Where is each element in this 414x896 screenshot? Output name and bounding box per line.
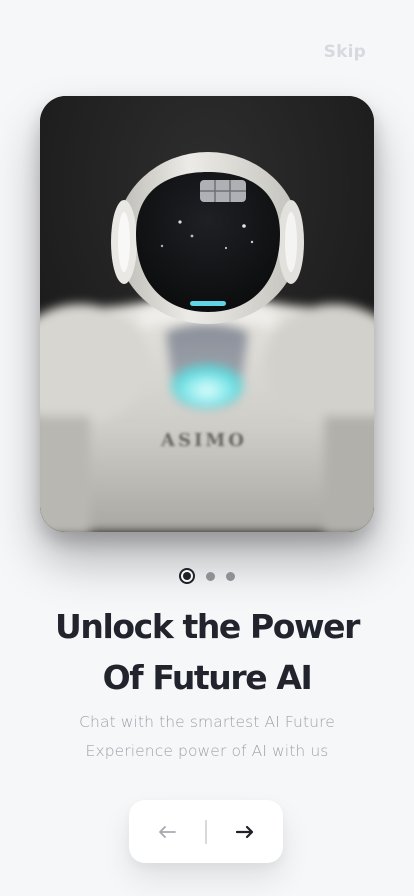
subtitle-line: Chat with the smartest AI Future xyxy=(79,713,335,731)
skip-button[interactable]: Skip xyxy=(324,42,366,62)
subtitle-line: Experience power of AI with us xyxy=(85,742,329,760)
pagination-dot-active[interactable] xyxy=(179,568,195,584)
pagination-dots xyxy=(0,567,414,585)
next-button[interactable] xyxy=(207,800,283,863)
arrow-left-icon xyxy=(159,825,177,838)
robot-badge-text: ASIMO xyxy=(160,430,247,451)
onboarding-screen: Skip ASIMO Unlock the Power Of Future AI… xyxy=(0,0,414,896)
pagination-dot[interactable] xyxy=(226,571,235,581)
headline-line: Unlock the Power xyxy=(54,607,360,646)
onboarding-headline: Unlock the Power Of Future AI xyxy=(0,601,414,703)
navigation-pill xyxy=(129,800,283,863)
onboarding-subtitle: Chat with the smartest AI Future Experie… xyxy=(0,708,414,766)
headline-line: Of Future AI xyxy=(102,658,313,697)
back-button[interactable] xyxy=(129,800,205,863)
robot-illustration: ASIMO xyxy=(40,96,374,532)
hero-image-card: ASIMO xyxy=(40,96,374,532)
arrow-right-icon xyxy=(235,825,253,838)
pagination-dot[interactable] xyxy=(206,571,215,581)
